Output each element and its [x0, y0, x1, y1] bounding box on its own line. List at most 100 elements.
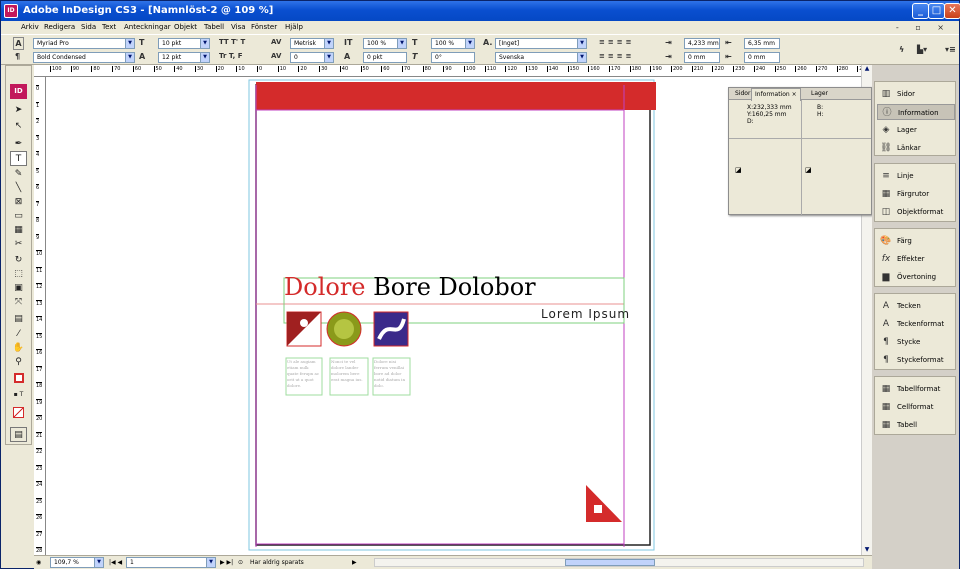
- scissors-tool-icon[interactable]: ✂: [10, 237, 27, 252]
- panel-lager[interactable]: ◈ Lager: [877, 122, 955, 138]
- body-column-1[interactable]: Ut ale augiam etiam nulk quate ferupn ac…: [287, 359, 321, 389]
- font-family-select[interactable]: Myriad Pro ▼: [33, 38, 135, 49]
- left-indent-field[interactable]: 4,233 mm: [684, 38, 720, 49]
- headline[interactable]: Dolore Bore Dolobor: [284, 273, 536, 301]
- menu-visa[interactable]: Visa: [231, 21, 246, 34]
- vertical-scale-field[interactable]: 100 % ▼: [363, 38, 407, 49]
- lightning-icon[interactable]: ϟ: [899, 44, 904, 55]
- ruler-tick-label: 70: [401, 66, 411, 72]
- kerning-field[interactable]: Metrisk ▼: [290, 38, 334, 49]
- menu-tabell[interactable]: Tabell: [204, 21, 224, 34]
- character-mode-icon[interactable]: A: [13, 37, 24, 50]
- workspace-icon[interactable]: ▙▾: [917, 44, 927, 55]
- scale-tool-icon[interactable]: ⬚: [10, 267, 27, 282]
- fill-stroke-icon[interactable]: [10, 373, 27, 388]
- close-button[interactable]: ✕: [944, 3, 960, 19]
- panel-styckeformat[interactable]: ¶ Styckeformat: [877, 352, 955, 368]
- font-style-select[interactable]: Bold Condensed ▼: [33, 52, 135, 63]
- skew-field[interactable]: 0°: [431, 52, 475, 63]
- document-window-controls[interactable]: - ▫ ×: [896, 21, 951, 34]
- view-icon[interactable]: ◉: [36, 556, 41, 569]
- tab-information[interactable]: Information ×: [751, 88, 801, 101]
- tab-sidor[interactable]: Sidor: [735, 88, 750, 100]
- direct-selection-tool-icon[interactable]: ↖: [10, 119, 27, 134]
- all-caps-icon[interactable]: TT T' T: [219, 37, 245, 48]
- align-buttons-row1[interactable]: ≡≡≡≡: [599, 37, 634, 48]
- line-tool-icon[interactable]: ╲: [10, 181, 27, 196]
- menu-fonster[interactable]: Fönster: [251, 21, 277, 34]
- tab-lager[interactable]: Lager: [811, 88, 828, 100]
- menu-arkiv[interactable]: Arkiv: [21, 21, 39, 34]
- zoom-tool-icon[interactable]: ⚲: [10, 355, 27, 370]
- panel-fargrutor[interactable]: ▦ Färgrutor: [877, 186, 955, 202]
- panel-menu-icon[interactable]: ▾≡: [945, 44, 956, 55]
- maximize-button[interactable]: □: [928, 3, 945, 19]
- character-style-select[interactable]: [Inget] ▼: [495, 38, 587, 49]
- next-page-icon[interactable]: ▶ ▶|: [220, 556, 233, 569]
- free-transform-tool-icon[interactable]: ⤧: [10, 295, 27, 310]
- last-line-indent-field[interactable]: 0 mm: [744, 52, 780, 63]
- horizontal-scroll-thumb[interactable]: [565, 559, 655, 566]
- panel-tecken[interactable]: A Tecken: [877, 298, 955, 314]
- baseline-shift-field[interactable]: 0 pkt: [363, 52, 407, 63]
- menu-objekt[interactable]: Objekt: [174, 21, 197, 34]
- menu-redigera[interactable]: Redigera: [44, 21, 75, 34]
- pen-tool-icon[interactable]: ✒: [10, 137, 27, 152]
- panel-cellformat[interactable]: ▦ Cellformat: [877, 399, 955, 415]
- scroll-up-icon[interactable]: ▲: [863, 65, 871, 74]
- small-caps-icon[interactable]: Tr T, F: [219, 51, 243, 62]
- menu-sida[interactable]: Sida: [81, 21, 96, 34]
- rectangle-tool-icon[interactable]: ▭: [10, 209, 27, 224]
- panel-objektformat[interactable]: ◫ Objektformat: [877, 204, 955, 220]
- right-indent-field[interactable]: 6,35 mm: [744, 38, 780, 49]
- paragraph-mode-icon[interactable]: ¶: [15, 51, 20, 62]
- view-mode-icon[interactable]: ▤: [10, 427, 27, 442]
- hand-tool-icon[interactable]: ✋: [10, 341, 27, 356]
- panel-stycke[interactable]: ¶ Stycke: [877, 334, 955, 350]
- apply-none-icon[interactable]: [10, 407, 27, 422]
- horizontal-scale-field[interactable]: 100 % ▼: [431, 38, 475, 49]
- leading-field[interactable]: 12 pkt ▼: [158, 52, 210, 63]
- eyedropper-tool-icon[interactable]: ⁄: [10, 327, 27, 342]
- selection-tool-icon[interactable]: ➤: [10, 103, 27, 118]
- tab-close-icon[interactable]: ×: [792, 91, 797, 98]
- panel-farg[interactable]: 🎨 Färg: [877, 233, 955, 249]
- page-field[interactable]: 1 ▼: [126, 557, 216, 568]
- body-column-2[interactable]: Nonci te vel dolore lander molorem bere …: [331, 359, 367, 383]
- first-page-icon[interactable]: |◀ ◀: [109, 556, 122, 569]
- minimize-button[interactable]: _: [912, 3, 929, 19]
- align-buttons-row2[interactable]: ≡≡≡≡: [599, 51, 634, 62]
- ruler-tick-label: 3: [36, 134, 40, 142]
- menu-text[interactable]: Text: [102, 21, 116, 34]
- panel-effekter[interactable]: fx Effekter: [877, 251, 955, 267]
- rectangle-frame-tool-icon[interactable]: ⊠: [10, 195, 27, 210]
- first-line-indent-field[interactable]: 0 mm: [684, 52, 720, 63]
- subhead[interactable]: Lorem Ipsum: [541, 307, 630, 321]
- panel-tabellformat[interactable]: ▦ Tabellformat: [877, 381, 955, 397]
- swap-colors-icon[interactable]: ▪ T: [10, 387, 27, 402]
- info-b: B:: [817, 104, 824, 111]
- horizontal-scrollbar[interactable]: [374, 558, 864, 567]
- panel-sidor[interactable]: ▥ Sidor: [877, 86, 955, 102]
- table-tool-icon[interactable]: ▦: [10, 223, 27, 238]
- font-size-field[interactable]: 10 pkt ▼: [158, 38, 210, 49]
- body-column-3[interactable]: Dolore nisi ferrum venillai bore ad dolo…: [374, 359, 409, 389]
- menu-hjalp[interactable]: Hjälp: [285, 21, 303, 34]
- tracking-field[interactable]: 0 ▼: [290, 52, 334, 63]
- note-tool-icon[interactable]: ▤: [10, 312, 27, 327]
- panel-teckenformat[interactable]: A Teckenformat: [877, 316, 955, 332]
- language-select[interactable]: Svenska ▼: [495, 52, 587, 63]
- panel-tabell[interactable]: ▦ Tabell: [877, 417, 955, 433]
- rotate-tool-icon[interactable]: ↻: [10, 253, 27, 268]
- panel-lankar[interactable]: ⛓ Länkar: [877, 140, 955, 156]
- scroll-down-icon[interactable]: ▼: [863, 546, 871, 555]
- zoom-field[interactable]: 109,7 % ▼: [50, 557, 104, 568]
- panel-overtoning[interactable]: ▆ Övertoning: [877, 269, 955, 285]
- gradient-tool-icon[interactable]: ▣: [10, 281, 27, 296]
- type-tool-icon[interactable]: T: [10, 151, 27, 166]
- status-arrow-icon[interactable]: ▶: [352, 556, 357, 569]
- pencil-tool-icon[interactable]: ✎: [10, 167, 27, 182]
- panel-linje[interactable]: ≡ Linje: [877, 168, 955, 184]
- menu-anteckningar[interactable]: Anteckningar: [124, 21, 171, 34]
- panel-information[interactable]: ⓘ Information: [877, 104, 955, 120]
